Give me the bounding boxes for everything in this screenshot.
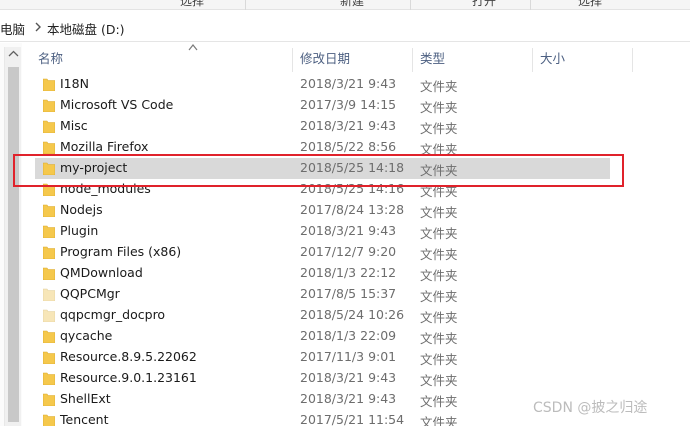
- file-row[interactable]: Microsoft VS Code 2017/3/9 14:15 文件夹: [35, 95, 610, 116]
- file-row[interactable]: qycache 2018/1/3 22:09 文件夹: [35, 326, 610, 347]
- column-header-date[interactable]: 修改日期: [292, 44, 412, 74]
- highlight-box: [13, 154, 624, 187]
- modified-date: 2018/3/21 9:43: [300, 391, 397, 406]
- folder-icon: [43, 288, 55, 301]
- folder-icon: [43, 141, 55, 154]
- breadcrumb-this-pc[interactable]: 电脑: [0, 19, 25, 38]
- file-type: 文件夹: [420, 268, 458, 283]
- file-type: 文件夹: [420, 394, 458, 409]
- modified-date: 2017/8/5 15:37: [300, 286, 397, 301]
- file-type: 文件夹: [420, 352, 458, 367]
- file-row[interactable]: ShellExt 2018/3/21 9:43 文件夹: [35, 389, 610, 410]
- ribbon-new-label[interactable]: 新建: [340, 0, 364, 9]
- file-type: 文件夹: [420, 310, 458, 325]
- folder-icon: [43, 414, 55, 426]
- file-row[interactable]: Tencent 2017/5/21 11:54 文件夹: [35, 410, 610, 426]
- file-row[interactable]: Nodejs 2017/8/24 13:28 文件夹: [35, 200, 610, 221]
- column-divider[interactable]: [632, 48, 633, 72]
- file-type: 文件夹: [420, 79, 458, 94]
- breadcrumb-local-disk[interactable]: 本地磁盘 (D:): [47, 19, 125, 38]
- modified-date: 2017/5/21 11:54: [300, 412, 405, 426]
- address-bar[interactable]: 电脑 本地磁盘 (D:): [0, 12, 690, 42]
- folder-icon: [43, 309, 55, 322]
- folder-icon: [43, 78, 55, 91]
- file-name[interactable]: qycache: [60, 328, 112, 343]
- file-type: 文件夹: [420, 331, 458, 346]
- folder-icon: [43, 351, 55, 364]
- modified-date: 2018/3/21 9:43: [300, 76, 397, 91]
- modified-date: 2018/5/24 10:26: [300, 307, 405, 322]
- folder-icon: [43, 267, 55, 280]
- file-name[interactable]: Misc: [60, 118, 88, 133]
- column-header-size[interactable]: 大小: [532, 44, 632, 74]
- file-name[interactable]: Mozilla Firefox: [60, 139, 148, 154]
- ribbon-open-label[interactable]: 打开: [472, 0, 496, 9]
- file-name[interactable]: Tencent: [60, 412, 109, 426]
- folder-icon: [43, 246, 55, 259]
- modified-date: 2017/8/24 13:28: [300, 202, 405, 217]
- file-name[interactable]: Nodejs: [60, 202, 103, 217]
- file-type: 文件夹: [420, 121, 458, 136]
- file-name[interactable]: I18N: [60, 76, 89, 91]
- file-row[interactable]: Resource.8.9.5.22062 2017/11/3 9:01 文件夹: [35, 347, 610, 368]
- file-name[interactable]: Microsoft VS Code: [60, 97, 173, 112]
- ribbon: 选择 新建 打开 选择: [0, 0, 690, 10]
- modified-date: 2018/1/3 22:12: [300, 265, 397, 280]
- file-row[interactable]: Misc 2018/3/21 9:43 文件夹: [35, 116, 610, 137]
- file-type: 文件夹: [420, 289, 458, 304]
- file-name[interactable]: Resource.8.9.5.22062: [60, 349, 197, 364]
- chevron-right-icon[interactable]: [33, 21, 43, 33]
- ribbon-select-label[interactable]: 选择: [180, 0, 204, 9]
- ribbon-select-all-label[interactable]: 选择: [578, 0, 602, 9]
- column-header-name[interactable]: 名称: [30, 44, 292, 74]
- modified-date: 2018/3/21 9:43: [300, 223, 397, 238]
- folder-icon: [43, 204, 55, 217]
- file-type: 文件夹: [420, 100, 458, 115]
- folder-icon: [43, 99, 55, 112]
- modified-date: 2018/3/21 9:43: [300, 118, 397, 133]
- file-type: 文件夹: [420, 415, 458, 426]
- file-name[interactable]: QMDownload: [60, 265, 143, 280]
- modified-date: 2017/3/9 14:15: [300, 97, 397, 112]
- modified-date: 2018/5/22 8:56: [300, 139, 397, 154]
- column-header-type[interactable]: 类型: [412, 44, 532, 74]
- modified-date: 2017/11/3 9:01: [300, 349, 397, 364]
- file-name[interactable]: qqpcmgr_docpro: [60, 307, 165, 322]
- folder-icon: [43, 372, 55, 385]
- file-row[interactable]: qqpcmgr_docpro 2018/5/24 10:26 文件夹: [35, 305, 610, 326]
- ribbon-divider: [530, 0, 531, 10]
- file-row[interactable]: I18N 2018/3/21 9:43 文件夹: [35, 74, 610, 95]
- folder-icon: [43, 120, 55, 133]
- file-row[interactable]: QMDownload 2018/1/3 22:12 文件夹: [35, 263, 610, 284]
- column-header-row: 名称 修改日期 类型 大小: [30, 44, 690, 74]
- file-type: 文件夹: [420, 226, 458, 241]
- file-row[interactable]: Plugin 2018/3/21 9:43 文件夹: [35, 221, 610, 242]
- modified-date: 2018/3/21 9:43: [300, 370, 397, 385]
- ribbon-divider: [245, 0, 246, 10]
- modified-date: 2018/1/3 22:09: [300, 328, 397, 343]
- watermark: CSDN @披之归途: [533, 400, 648, 416]
- file-name[interactable]: Resource.9.0.1.23161: [60, 370, 197, 385]
- file-row[interactable]: Program Files (x86) 2017/12/7 9:20 文件夹: [35, 242, 610, 263]
- file-name[interactable]: QQPCMgr: [60, 286, 120, 301]
- file-name[interactable]: Program Files (x86): [60, 244, 181, 259]
- folder-icon: [43, 225, 55, 238]
- folder-icon: [43, 393, 55, 406]
- file-name[interactable]: Plugin: [60, 223, 98, 238]
- scrollbar-thumb[interactable]: [8, 67, 19, 422]
- scroll-up-arrow-icon[interactable]: [5, 47, 22, 61]
- file-type: 文件夹: [420, 373, 458, 388]
- modified-date: 2017/12/7 9:20: [300, 244, 397, 259]
- file-name[interactable]: ShellExt: [60, 391, 111, 406]
- file-row[interactable]: QQPCMgr 2017/8/5 15:37 文件夹: [35, 284, 610, 305]
- vertical-scrollbar[interactable]: [4, 47, 21, 426]
- file-type: 文件夹: [420, 205, 458, 220]
- ribbon-divider: [410, 0, 411, 10]
- folder-icon: [43, 330, 55, 343]
- file-row[interactable]: Resource.9.0.1.23161 2018/3/21 9:43 文件夹: [35, 368, 610, 389]
- file-type: 文件夹: [420, 247, 458, 262]
